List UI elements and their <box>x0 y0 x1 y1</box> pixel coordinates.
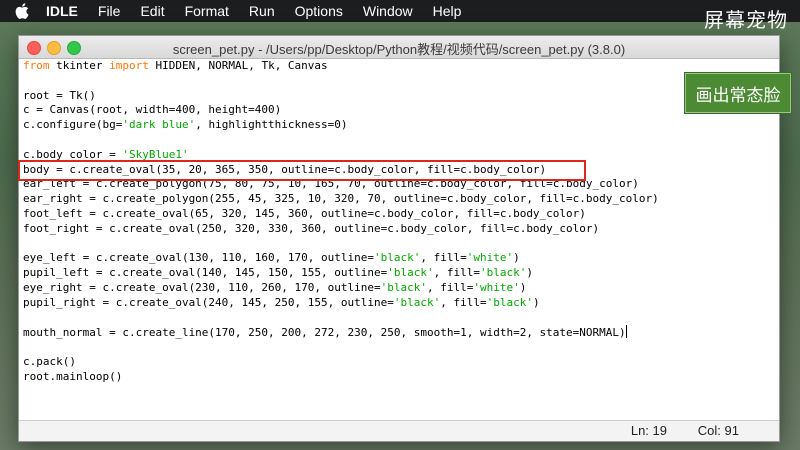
window-titlebar[interactable]: screen_pet.py - /Users/pp/Desktop/Python… <box>19 36 779 59</box>
code-text: eye_right = c.create_oval(230, 110, 260,… <box>23 280 381 294</box>
code-line[interactable] <box>23 74 779 89</box>
code-text: c = Canvas(root, width=400, height=400) <box>23 103 282 117</box>
code-line[interactable] <box>23 133 779 148</box>
code-string: 'dark blue' <box>122 118 196 132</box>
code-line[interactable]: from tkinter import HIDDEN, NORMAL, Tk, … <box>23 59 779 74</box>
code-line[interactable] <box>23 237 779 252</box>
code-line[interactable]: root.mainloop() <box>23 370 779 385</box>
code-line[interactable]: ear_right = c.create_polygon(255, 45, 32… <box>23 192 779 207</box>
menu-app-name[interactable]: IDLE <box>46 3 78 19</box>
code-text: tkinter <box>49 59 110 72</box>
code-text: foot_right = c.create_oval(250, 320, 330… <box>23 221 600 235</box>
code-string: 'white' <box>466 251 514 265</box>
code-text: eye_left = c.create_oval(130, 110, 160, … <box>23 251 374 265</box>
code-text: , fill= <box>433 266 480 280</box>
menu-bar: IDLE File Edit Format Run Options Window… <box>0 0 800 22</box>
idle-editor-window: screen_pet.py - /Users/pp/Desktop/Python… <box>18 35 780 442</box>
code-string: 'black' <box>387 266 434 280</box>
status-line-number: Ln: 19 <box>630 423 667 438</box>
code-text: HIDDEN, NORMAL, Tk, Canvas <box>148 59 328 72</box>
text-cursor <box>625 325 627 339</box>
code-line[interactable]: c.configure(bg='dark blue', highlightthi… <box>23 118 779 133</box>
code-text: , fill= <box>440 295 487 309</box>
code-text: pupil_right = c.create_oval(240, 145, 25… <box>23 295 394 309</box>
code-line[interactable]: root = Tk() <box>23 89 779 104</box>
menu-format[interactable]: Format <box>185 3 229 19</box>
code-line[interactable]: c = Canvas(root, width=400, height=400) <box>23 103 779 118</box>
code-editor[interactable]: from tkinter import HIDDEN, NORMAL, Tk, … <box>19 59 779 421</box>
code-line[interactable] <box>23 311 779 326</box>
code-line[interactable]: foot_left = c.create_oval(65, 320, 145, … <box>23 207 779 222</box>
code-line[interactable]: eye_right = c.create_oval(230, 110, 260,… <box>23 281 779 296</box>
code-text: ) <box>513 251 520 265</box>
code-text: mouth_normal = c.create_line(170, 250, 2… <box>23 326 626 340</box>
video-overlay-title: 屏幕宠物 <box>704 8 788 32</box>
code-line[interactable]: c.pack() <box>23 355 779 370</box>
draw-normal-face-button[interactable]: 画出常态脸 <box>685 73 791 113</box>
code-text: ) <box>526 266 533 280</box>
code-line[interactable]: eye_left = c.create_oval(130, 110, 160, … <box>23 251 779 266</box>
code-text: ) <box>532 295 540 309</box>
status-bar: Ln: 19 Col: 91 <box>19 420 779 441</box>
code-text: foot_left = c.create_oval(65, 320, 145, … <box>23 206 586 220</box>
code-text: , fill= <box>426 280 474 294</box>
code-text: root.mainloop() <box>23 369 123 383</box>
code-text: root = Tk() <box>23 88 96 102</box>
code-string: 'black' <box>479 266 527 280</box>
menu-window[interactable]: Window <box>363 3 413 19</box>
code-string: 'black' <box>374 251 421 265</box>
code-text: ear_right = c.create_polygon(255, 45, 32… <box>23 192 659 206</box>
code-line[interactable]: pupil_left = c.create_oval(140, 145, 150… <box>23 266 779 281</box>
code-text: pupil_left = c.create_oval(140, 145, 150… <box>23 266 388 280</box>
code-text: , fill= <box>420 251 467 265</box>
menu-options[interactable]: Options <box>295 3 343 19</box>
highlight-annotation-box <box>18 160 586 181</box>
code-string: 'black' <box>393 295 441 309</box>
menu-run[interactable]: Run <box>249 3 275 19</box>
code-line[interactable]: foot_right = c.create_oval(250, 320, 330… <box>23 222 779 237</box>
code-text: c.pack() <box>23 354 76 368</box>
code-text: c.configure(bg= <box>23 118 123 132</box>
code-text: c.body_color = <box>23 147 123 161</box>
menu-edit[interactable]: Edit <box>140 3 164 19</box>
code-line[interactable]: pupil_right = c.create_oval(240, 145, 25… <box>23 296 779 311</box>
code-text: ) <box>519 280 527 294</box>
code-line[interactable]: mouth_normal = c.create_line(170, 250, 2… <box>23 325 779 340</box>
code-string: 'SkyBlue1' <box>122 147 189 161</box>
code-string: 'black' <box>486 295 533 309</box>
menu-file[interactable]: File <box>98 3 121 19</box>
menu-help[interactable]: Help <box>433 3 462 19</box>
code-text: , highlightthickness=0) <box>195 118 348 132</box>
apple-icon[interactable] <box>12 0 32 22</box>
code-keyword: import <box>109 59 149 72</box>
code-string: 'white' <box>473 280 520 294</box>
code-line[interactable] <box>23 340 779 355</box>
code-string: 'black' <box>380 280 427 294</box>
status-column-number: Col: 91 <box>697 423 739 438</box>
code-keyword: from <box>23 59 50 72</box>
window-title: screen_pet.py - /Users/pp/Desktop/Python… <box>172 42 626 57</box>
